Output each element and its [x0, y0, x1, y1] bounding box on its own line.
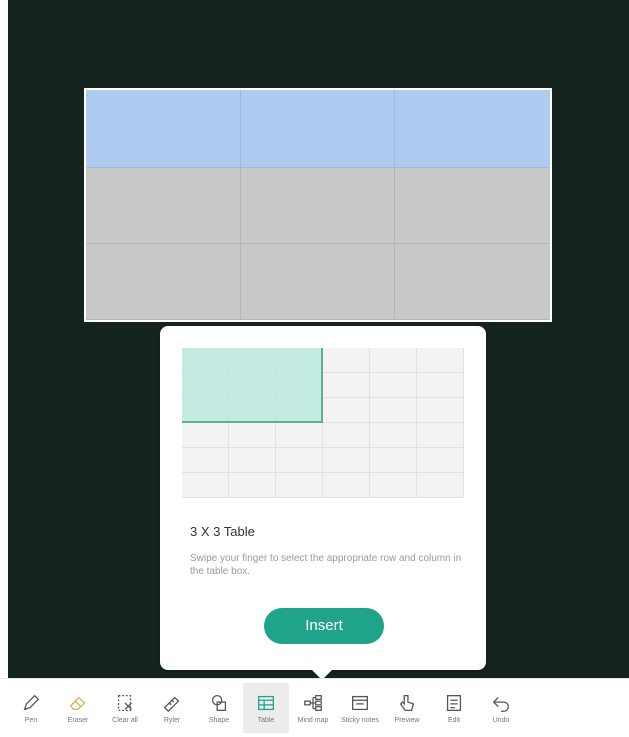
picker-cell[interactable]	[229, 398, 276, 423]
picker-cell[interactable]	[323, 473, 370, 498]
tool-pen[interactable]: Pen	[8, 683, 54, 733]
inserted-table[interactable]	[84, 88, 552, 322]
picker-cell[interactable]	[182, 473, 229, 498]
table-cell[interactable]	[86, 168, 241, 244]
table-cell[interactable]	[86, 244, 241, 320]
picker-cell[interactable]	[417, 423, 464, 448]
tool-clear-all[interactable]: Clear all	[102, 683, 148, 733]
picker-cell[interactable]	[182, 423, 229, 448]
pen-icon	[23, 694, 40, 711]
table-cell[interactable]	[240, 90, 396, 168]
picker-cell[interactable]	[276, 448, 323, 473]
picker-cell[interactable]	[229, 448, 276, 473]
tool-undo[interactable]: Undo	[478, 683, 524, 733]
ruler-icon	[163, 696, 180, 713]
popup-title: 3 X 3 Table	[190, 524, 255, 539]
picker-cell[interactable]	[276, 398, 323, 423]
tool-label: Table	[257, 717, 275, 724]
tool-label: Clear all	[112, 717, 138, 724]
tool-preview[interactable]: Preview	[384, 683, 430, 733]
tool-shape[interactable]: Shape	[196, 683, 242, 733]
picker-cell[interactable]	[182, 348, 229, 373]
picker-cell[interactable]	[370, 448, 417, 473]
picker-cell[interactable]	[370, 348, 417, 373]
picker-cell[interactable]	[417, 348, 464, 373]
mind-map-icon	[304, 695, 322, 711]
picker-cell[interactable]	[182, 448, 229, 473]
tool-edit[interactable]: Edit	[431, 683, 477, 733]
table-cell[interactable]	[395, 168, 550, 244]
picker-cell[interactable]	[417, 398, 464, 423]
picker-cell[interactable]	[323, 348, 370, 373]
tool-label: Pen	[24, 717, 38, 724]
picker-cell[interactable]	[370, 398, 417, 423]
tool-table[interactable]: Table	[243, 683, 289, 733]
tool-ruler[interactable]: Ryler	[149, 683, 195, 733]
tool-sticky-notes[interactable]: Sticky notes	[337, 683, 383, 733]
tool-label: Preview	[394, 717, 420, 724]
tool-label: Mind map	[297, 717, 329, 724]
eraser-icon	[69, 696, 86, 711]
picker-cell[interactable]	[323, 398, 370, 423]
picker-cell[interactable]	[276, 373, 323, 398]
picker-cell[interactable]	[229, 348, 276, 373]
table-cell[interactable]	[240, 244, 396, 320]
tool-label: Edit	[447, 717, 461, 724]
tool-label: Undo	[492, 717, 510, 724]
picker-cell[interactable]	[417, 448, 464, 473]
table-cell[interactable]	[395, 244, 550, 320]
insert-button[interactable]: Insert	[264, 608, 384, 644]
picker-cell[interactable]	[370, 423, 417, 448]
picker-cell[interactable]	[370, 373, 417, 398]
edit-icon	[446, 695, 462, 711]
preview-icon	[399, 695, 415, 711]
picker-cell[interactable]	[417, 373, 464, 398]
picker-cell[interactable]	[323, 448, 370, 473]
picker-cell[interactable]	[417, 473, 464, 498]
table-size-picker[interactable]	[182, 348, 464, 498]
picker-cell[interactable]	[276, 348, 323, 373]
clear-all-icon	[117, 695, 132, 711]
tool-label: Eraser	[67, 717, 89, 724]
tool-label: Shape	[208, 717, 230, 724]
popup-description: Swipe your finger to select the appropri…	[190, 553, 462, 577]
picker-cell[interactable]	[370, 473, 417, 498]
table-cell[interactable]	[86, 90, 241, 168]
picker-cell[interactable]	[229, 473, 276, 498]
picker-cell[interactable]	[323, 373, 370, 398]
picker-cell[interactable]	[182, 373, 229, 398]
picker-cell[interactable]	[276, 423, 323, 448]
picker-cell[interactable]	[276, 473, 323, 498]
shape-icon	[211, 695, 227, 711]
undo-icon	[492, 697, 509, 712]
table-icon	[258, 695, 274, 711]
picker-cell[interactable]	[323, 423, 370, 448]
picker-cell[interactable]	[182, 398, 229, 423]
table-cell[interactable]	[395, 90, 550, 168]
tool-eraser[interactable]: Eraser	[55, 683, 101, 733]
table-cell[interactable]	[240, 168, 396, 244]
picker-cell[interactable]	[229, 423, 276, 448]
tool-mind-map[interactable]: Mind map	[290, 683, 336, 733]
bottom-toolbar: Pen Eraser Clear all Ryler Shape Table M…	[0, 678, 629, 737]
tool-label: Ryler	[163, 717, 181, 724]
sticky-notes-icon	[352, 695, 368, 711]
table-size-popup: 3 X 3 Table Swipe your finger to select …	[160, 326, 486, 670]
picker-cell[interactable]	[229, 373, 276, 398]
tool-label: Sticky notes	[341, 717, 379, 724]
